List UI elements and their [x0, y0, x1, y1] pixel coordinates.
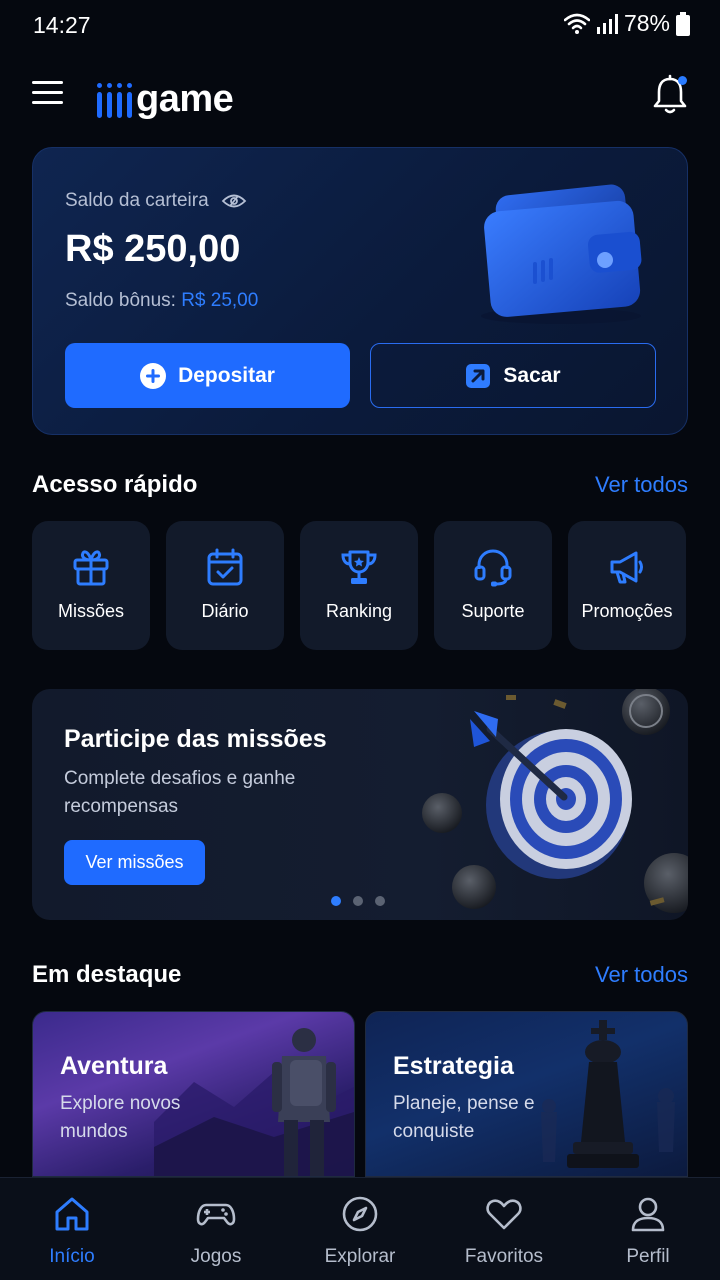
target-dart-illustration — [422, 689, 688, 913]
wallet-balance: R$ 250,00 — [65, 228, 241, 270]
quick-item-label: Promoções — [581, 601, 673, 621]
nav-label: Jogos — [190, 1246, 242, 1267]
plus-circle-icon — [140, 362, 167, 389]
quick-item-label: Missões — [57, 601, 124, 621]
withdraw-label: Sacar — [503, 363, 561, 387]
nav-label: Início — [49, 1246, 95, 1267]
home-icon — [55, 1197, 89, 1231]
logo-text: game — [136, 78, 234, 120]
logo-mark — [97, 80, 132, 118]
heart-icon — [486, 1199, 522, 1230]
withdraw-button[interactable]: Sacar — [370, 343, 656, 408]
calendar-check-icon — [207, 548, 243, 586]
quick-item-missions[interactable]: Missões — [32, 521, 150, 650]
nav-item-explore[interactable]: Explorar — [288, 1178, 432, 1280]
menu-button[interactable] — [30, 76, 68, 110]
carousel-dot[interactable] — [375, 896, 385, 906]
featured-card-description: Planeje, pense e conquiste — [393, 1093, 535, 1142]
bonus-balance: Saldo bônus: R$ 25,00 — [65, 290, 258, 312]
wallet-illustration — [481, 184, 642, 324]
deposit-button[interactable]: Depositar — [65, 343, 350, 408]
wallet-card: Saldo da carteira R$ 250,00 Saldo bônus:… — [32, 147, 688, 435]
nav-item-games[interactable]: Jogos — [144, 1178, 288, 1280]
featured-list: Aventura Explore novos mundos Estrategia… — [32, 1011, 688, 1177]
status-icons: 78% — [563, 10, 690, 37]
quick-item-ranking[interactable]: Ranking — [300, 521, 418, 650]
featured-card-title: Estrategia — [393, 1052, 514, 1080]
carousel-dot[interactable] — [353, 896, 363, 906]
app-screen: 14:27 78% game Saldo da carteira R$ 250,… — [0, 0, 720, 1280]
carousel-dots — [331, 896, 385, 906]
view-missions-button[interactable]: Ver missões — [64, 840, 205, 885]
logo-bar — [107, 83, 112, 118]
missions-banner-description: Complete desafios e ganhe recompensas — [64, 768, 296, 817]
nav-label: Perfil — [626, 1246, 670, 1267]
gamepad-icon — [196, 1203, 236, 1226]
nav-item-favorites[interactable]: Favoritos — [432, 1178, 576, 1280]
menu-icon-line — [32, 91, 63, 94]
app-logo: game — [97, 70, 234, 120]
bottom-navigation: Início Jogos Explorar Favoritos Perfil — [0, 1177, 720, 1280]
logo-bar — [117, 83, 122, 118]
headset-icon — [474, 549, 512, 587]
quick-item-daily[interactable]: Diário — [166, 521, 284, 650]
deposit-label: Depositar — [178, 363, 275, 387]
eye-off-icon[interactable] — [221, 192, 247, 210]
signal-icon — [596, 13, 618, 34]
quick-access-list: Missões Diário Ranking Suporte Promoções — [32, 521, 688, 650]
nav-item-profile[interactable]: Perfil — [576, 1178, 720, 1280]
featured-see-all-link[interactable]: Ver todos — [595, 962, 688, 988]
nav-item-home[interactable]: Início — [0, 1178, 144, 1280]
status-bar: 14:27 78% — [0, 0, 720, 50]
megaphone-icon — [610, 551, 643, 584]
menu-icon — [32, 81, 63, 84]
nav-label: Favoritos — [464, 1246, 544, 1267]
withdraw-arrow-icon — [466, 363, 491, 388]
quick-access-see-all-link[interactable]: Ver todos — [595, 472, 688, 498]
user-icon — [631, 1197, 665, 1232]
status-time: 14:27 — [33, 12, 91, 38]
gift-icon — [73, 550, 109, 586]
wifi-icon — [563, 13, 590, 34]
featured-card-strategy[interactable]: Estrategia Planeje, pense e conquiste — [365, 1011, 688, 1177]
featured-card-description: Explore novos mundos — [60, 1093, 181, 1142]
missions-banner-title: Participe das missões — [64, 725, 327, 753]
quick-item-label: Diário — [201, 601, 249, 621]
wallet-label: Saldo da carteira — [65, 190, 247, 212]
notifications-button[interactable] — [650, 74, 690, 116]
menu-icon-line — [32, 101, 63, 104]
logo-bar — [127, 83, 132, 118]
featured-card-title: Aventura — [60, 1052, 168, 1080]
battery-icon — [676, 11, 690, 36]
quick-item-label: Ranking — [325, 601, 393, 621]
featured-card-adventure[interactable]: Aventura Explore novos mundos — [32, 1011, 355, 1177]
quick-item-promotions[interactable]: Promoções — [568, 521, 686, 650]
quick-item-support[interactable]: Suporte — [434, 521, 552, 650]
logo-bar — [97, 83, 102, 118]
missions-banner[interactable]: Participe das missões Complete desafios … — [32, 689, 688, 920]
bonus-label: Saldo bônus: — [65, 290, 176, 311]
bonus-value: R$ 25,00 — [181, 290, 259, 311]
trophy-icon — [341, 550, 377, 584]
wallet-label-text: Saldo da carteira — [65, 190, 209, 211]
notification-dot — [678, 76, 687, 85]
featured-title: Em destaque — [32, 961, 182, 988]
quick-item-label: Suporte — [461, 601, 525, 621]
compass-icon — [342, 1196, 378, 1232]
nav-label: Explorar — [324, 1246, 396, 1267]
carousel-dot-active[interactable] — [331, 896, 341, 906]
quick-access-title: Acesso rápido — [32, 471, 198, 498]
battery-percent: 78% — [623, 10, 670, 36]
app-header: game — [0, 64, 720, 124]
